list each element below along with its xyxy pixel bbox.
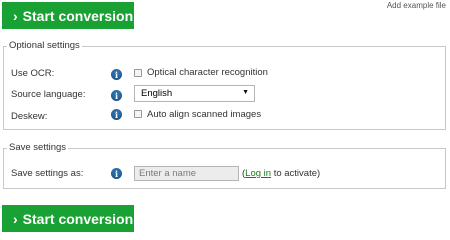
deskew-checkbox-label[interactable]: Auto align scanned images: [147, 109, 261, 120]
save-settings-legend: Save settings: [7, 142, 69, 153]
start-conversion-label: Start conversion: [22, 7, 134, 24]
info-icon[interactable]: i: [111, 90, 122, 101]
optional-settings-legend: Optional settings: [7, 40, 82, 51]
save-settings-panel: Save settings Save settings as: i (Log i…: [3, 142, 446, 189]
login-hint: (Log in to activate): [242, 168, 321, 179]
start-conversion-label: Start conversion: [22, 210, 134, 227]
use-ocr-label: Use OCR:: [11, 68, 55, 79]
chevron-right-icon: ›: [13, 7, 18, 24]
ocr-checkbox[interactable]: [134, 69, 142, 77]
deskew-label: Deskew:: [11, 111, 48, 122]
add-example-file-link[interactable]: Add example file: [387, 1, 446, 10]
source-language-select[interactable]: English ▼: [134, 85, 255, 102]
info-icon[interactable]: i: [111, 69, 122, 80]
deskew-checkbox[interactable]: [134, 110, 142, 118]
start-conversion-button-top[interactable]: › Start conversion: [2, 2, 134, 29]
dropdown-arrow-icon: ▼: [242, 89, 249, 96]
info-icon[interactable]: i: [111, 109, 122, 120]
source-language-value: English: [141, 88, 173, 99]
save-settings-as-label: Save settings as:: [11, 168, 84, 179]
start-conversion-button-bottom[interactable]: › Start conversion: [2, 205, 134, 232]
login-link[interactable]: Log in: [245, 168, 271, 179]
settings-name-input[interactable]: [134, 166, 239, 181]
info-icon[interactable]: i: [111, 168, 122, 179]
chevron-right-icon: ›: [13, 210, 18, 227]
optional-settings-panel: Optional settings Use OCR: i Optical cha…: [3, 40, 446, 130]
source-language-label: Source language:: [11, 89, 86, 100]
ocr-checkbox-label[interactable]: Optical character recognition: [147, 67, 268, 78]
